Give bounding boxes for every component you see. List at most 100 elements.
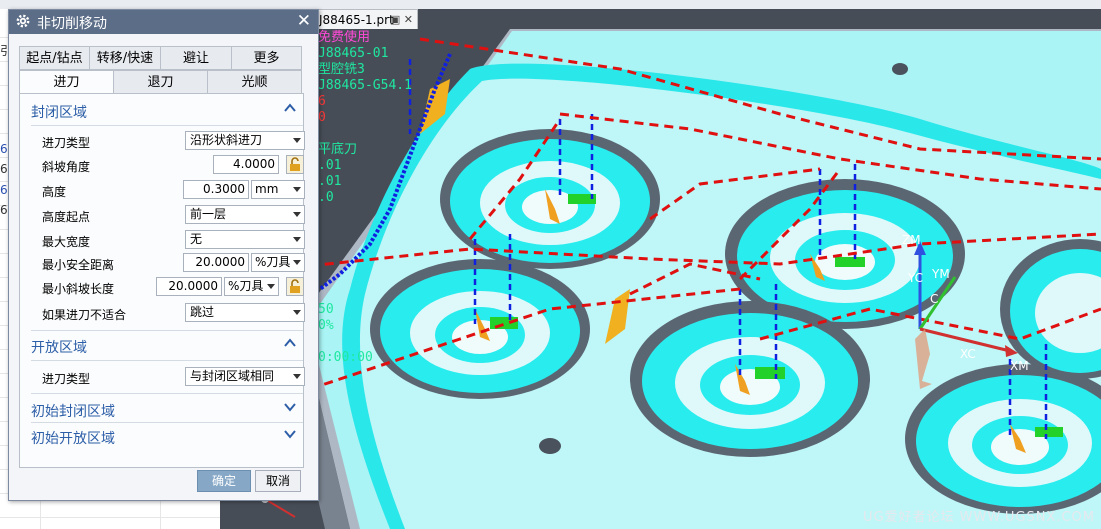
tab-smoothing[interactable]: 光顺 bbox=[207, 70, 302, 94]
divider bbox=[31, 360, 303, 361]
min-safe-distance-unit-value: %刀具 bbox=[255, 255, 291, 269]
strip-label: 6 bbox=[0, 142, 8, 156]
overlay-line bbox=[318, 270, 412, 286]
close-icon[interactable]: ✕ bbox=[297, 11, 311, 31]
if-not-fit-value: 跳过 bbox=[190, 305, 215, 319]
ramp-angle-input[interactable]: 4.0000 bbox=[213, 155, 279, 174]
dialog-title: 非切削移动 bbox=[37, 16, 107, 32]
document-tab-label: J88465-1.prt bbox=[319, 13, 394, 27]
cancel-button[interactable]: 取消 bbox=[255, 470, 301, 492]
section-initial-closed-area-label: 初始封闭区域 bbox=[31, 404, 115, 420]
close-icon[interactable]: ✕ bbox=[404, 13, 413, 26]
doc-icon: ▣ bbox=[389, 13, 401, 26]
axis-label-xc: XC bbox=[960, 347, 976, 361]
min-ramp-length-label: 最小斜坡长度 bbox=[42, 282, 115, 296]
gear-icon bbox=[16, 14, 30, 28]
if-not-fit-label: 如果进刀不适合 bbox=[42, 308, 127, 322]
height-unit-value: mm bbox=[255, 182, 279, 196]
entry-type-label: 进刀类型 bbox=[42, 136, 91, 150]
dialog-titlebar[interactable]: 非切削移动 ✕ bbox=[9, 10, 318, 34]
divider bbox=[31, 393, 303, 394]
tab-engage[interactable]: 进刀 bbox=[19, 70, 114, 94]
lock-icon[interactable] bbox=[286, 277, 304, 296]
watermark: UG爱好者论坛 WWW.UGSNX.COM bbox=[862, 510, 1095, 525]
if-not-fit-select[interactable]: 跳过 bbox=[185, 303, 305, 322]
entry-type-value: 沿形状斜进刀 bbox=[190, 133, 263, 147]
entry-type-select[interactable]: 沿形状斜进刀 bbox=[185, 131, 305, 150]
overlay-line bbox=[318, 286, 412, 302]
tab-more[interactable]: 更多 bbox=[231, 46, 302, 70]
section-open-area[interactable]: 开放区域 bbox=[31, 337, 303, 359]
open-entry-type-label: 进刀类型 bbox=[42, 372, 91, 386]
overlay-line bbox=[318, 206, 412, 222]
overlay-line: J88465-01 bbox=[318, 46, 389, 61]
tab-retract[interactable]: 退刀 bbox=[113, 70, 208, 94]
lock-icon[interactable] bbox=[286, 155, 304, 174]
axis-label-c: C bbox=[930, 292, 939, 306]
ramp-angle-label: 斜坡角度 bbox=[42, 160, 91, 174]
max-width-value: 无 bbox=[190, 232, 203, 246]
overlay-line: 0% bbox=[318, 318, 334, 333]
height-unit-select[interactable]: mm bbox=[251, 180, 305, 199]
divider bbox=[31, 330, 303, 331]
overlay-line: 型腔铣3 bbox=[318, 62, 365, 77]
overlay-line: 平底刀 bbox=[318, 142, 358, 157]
height-input[interactable]: 0.3000 bbox=[183, 180, 249, 199]
axis-label-yc: YC bbox=[908, 271, 924, 285]
overlay-line bbox=[318, 334, 412, 350]
non-cutting-moves-dialog: 非切削移动 ✕ 起点/钻点 转移/快速 避让 更多 进刀 退刀 光顺 封闭区域 … bbox=[8, 9, 319, 501]
height-from-select[interactable]: 前一层 bbox=[185, 205, 305, 224]
overlay-line: 0:00:00 bbox=[318, 350, 373, 365]
overlay-line: 50 bbox=[318, 302, 334, 317]
engage-panel: 封闭区域 进刀类型 沿形状斜进刀 斜坡角度 4.0000 高度 0.3000 m… bbox=[19, 93, 305, 468]
tab-start-drill-point[interactable]: 起点/钻点 bbox=[19, 46, 90, 70]
axis-label-xm: XM bbox=[1010, 359, 1029, 373]
section-initial-open-area[interactable]: 初始开放区域 bbox=[31, 428, 303, 450]
overlay-line: .0 bbox=[318, 190, 334, 205]
min-safe-distance-unit-select[interactable]: %刀具 bbox=[251, 253, 305, 272]
divider bbox=[31, 422, 303, 423]
tab-row-top: 起点/钻点 转移/快速 避让 更多 bbox=[19, 46, 302, 70]
overlay-line bbox=[318, 126, 412, 142]
overlay-line bbox=[318, 238, 412, 254]
tab-row-bottom: 进刀 退刀 光顺 bbox=[19, 70, 302, 94]
section-initial-open-area-label: 初始开放区域 bbox=[31, 431, 115, 447]
min-safe-distance-input[interactable]: 20.0000 bbox=[183, 253, 249, 272]
overlay-line: .01 bbox=[318, 174, 342, 189]
section-open-area-label: 开放区域 bbox=[31, 340, 87, 356]
min-ramp-length-unit-select[interactable]: %刀具 bbox=[224, 277, 279, 296]
tab-transfer-rapid[interactable]: 转移/快速 bbox=[89, 46, 161, 70]
axis-label-ym: YM bbox=[932, 267, 950, 281]
overlay-line: 免费使用 bbox=[318, 30, 371, 45]
min-safe-distance-label: 最小安全距离 bbox=[42, 258, 115, 272]
section-closed-area-label: 封闭区域 bbox=[31, 105, 87, 121]
tab-avoidance[interactable]: 避让 bbox=[160, 46, 232, 70]
chevron-down-icon bbox=[284, 403, 296, 412]
axis-label-zm: ZM bbox=[902, 233, 921, 247]
section-initial-closed-area[interactable]: 初始封闭区域 bbox=[31, 401, 303, 423]
height-label: 高度 bbox=[42, 185, 67, 199]
strip-label: 6 bbox=[0, 162, 8, 176]
document-tab-icons[interactable]: ▣ ✕ bbox=[390, 10, 413, 30]
overlay-line bbox=[318, 254, 412, 270]
height-from-value: 前一层 bbox=[190, 207, 227, 221]
strip-label: 6 bbox=[0, 183, 8, 197]
height-from-label: 高度起点 bbox=[42, 210, 91, 224]
open-entry-type-value: 与封闭区域相同 bbox=[190, 369, 275, 383]
divider bbox=[31, 125, 303, 126]
overlay-line: J88465-G54.1 bbox=[318, 78, 412, 93]
chevron-down-icon bbox=[284, 430, 296, 439]
min-ramp-length-unit-value: %刀具 bbox=[228, 279, 264, 293]
chevron-up-icon bbox=[284, 338, 296, 347]
min-ramp-length-input[interactable]: 20.0000 bbox=[156, 277, 222, 296]
open-entry-type-select[interactable]: 与封闭区域相同 bbox=[185, 367, 305, 386]
max-width-label: 最大宽度 bbox=[42, 235, 91, 249]
operation-info-overlay: 免费使用 J88465-01 型腔铣3 J88465-G54.1 6 0 平底刀 .01.01… bbox=[318, 30, 412, 366]
max-width-select[interactable]: 无 bbox=[185, 230, 305, 249]
overlay-line: .01 bbox=[318, 158, 342, 173]
section-closed-area[interactable]: 封闭区域 bbox=[31, 102, 303, 124]
overlay-line bbox=[318, 222, 412, 238]
ok-button[interactable]: 确定 bbox=[197, 470, 251, 492]
overlay-line: 0 bbox=[318, 110, 326, 125]
overlay-line: 6 bbox=[318, 94, 326, 109]
